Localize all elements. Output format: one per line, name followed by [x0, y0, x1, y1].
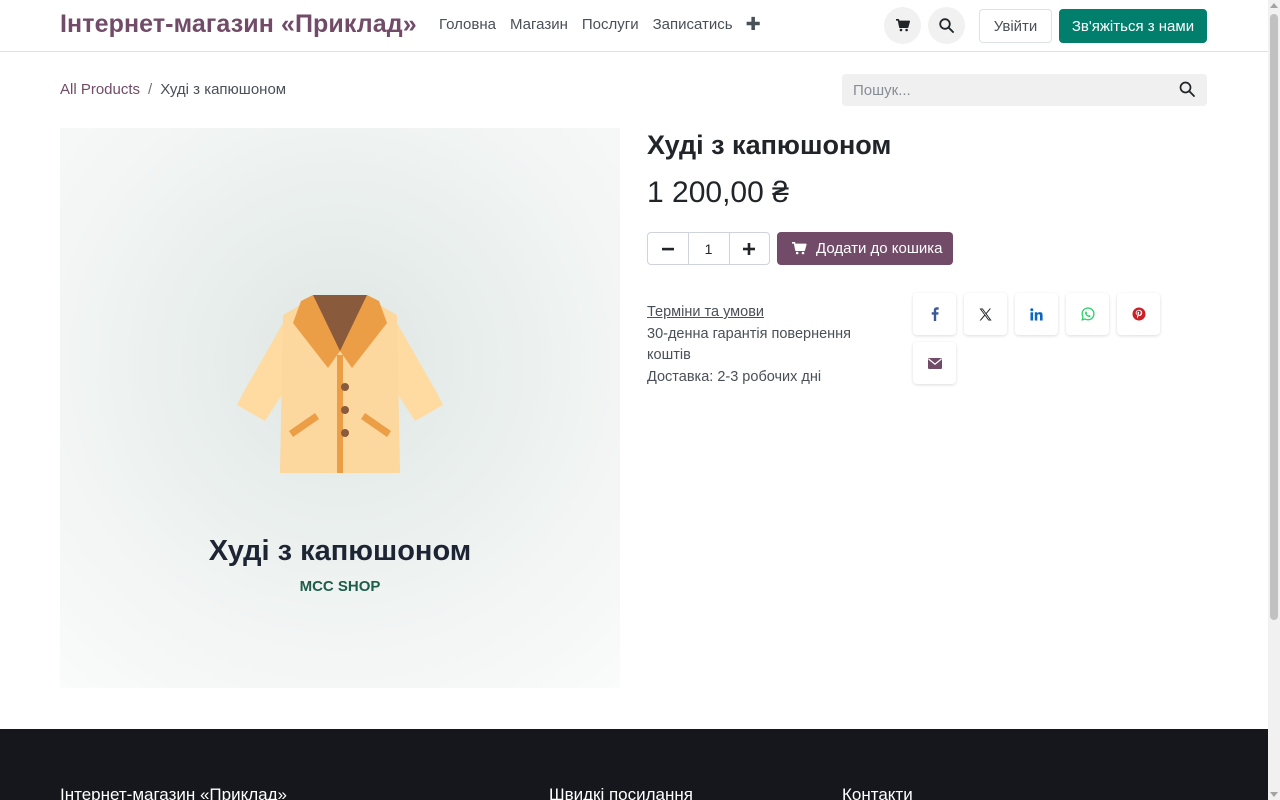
search-submit-button[interactable] — [1179, 81, 1197, 99]
scroll-up-arrow-icon[interactable] — [1270, 3, 1278, 8]
login-button[interactable]: Увійти — [979, 9, 1052, 43]
share-whatsapp-button[interactable] — [1066, 293, 1109, 335]
coat-icon — [237, 295, 443, 473]
nav-item-appointment[interactable]: Записатись — [646, 16, 740, 33]
product-title: Худі з капюшоном — [647, 130, 892, 160]
nav-item-services[interactable]: Послуги — [575, 16, 646, 33]
product-search — [842, 74, 1207, 106]
search-icon — [1179, 81, 1195, 97]
share-facebook-button[interactable] — [913, 293, 956, 335]
email-icon — [927, 357, 942, 369]
linkedin-icon — [1030, 307, 1043, 320]
search-icon — [939, 18, 954, 33]
footer-brand-heading: Інтернет-магазин «Приклад» — [60, 785, 287, 800]
plus-icon — [743, 242, 756, 255]
cart-button[interactable] — [884, 7, 921, 44]
nav-item-shop[interactable]: Магазин — [503, 16, 575, 33]
share-x-button[interactable] — [964, 293, 1007, 335]
guarantee-text: 30-денна гарантія повернення коштів — [647, 325, 852, 364]
delivery-text: Доставка: 2-3 робочих дні — [647, 368, 822, 385]
breadcrumb-all-products[interactable]: All Products — [60, 81, 140, 98]
facebook-icon — [931, 307, 939, 321]
quantity-input[interactable] — [687, 233, 730, 264]
image-shop-name: MCC SHOP — [299, 578, 381, 595]
site-footer: Інтернет-магазин «Приклад» Швидкі посила… — [0, 729, 1268, 800]
footer-contacts-heading: Контакти — [842, 785, 913, 800]
breadcrumb-separator: / — [148, 81, 153, 98]
contact-us-button[interactable]: Зв'яжіться з нами — [1059, 9, 1207, 43]
footer-quick-links-heading: Швидкі посилання — [549, 785, 693, 800]
terms-link[interactable]: Терміни та умови — [647, 302, 887, 324]
main-nav: Головна Магазин Послуги Записатись ✚ — [432, 15, 767, 33]
whatsapp-icon — [1080, 307, 1095, 321]
cart-icon — [895, 19, 910, 32]
share-pinterest-button[interactable] — [1117, 293, 1160, 335]
product-image[interactable]: Худі з капюшоном MCC SHOP — [60, 128, 620, 688]
nav-item-home[interactable]: Головна — [432, 16, 503, 33]
scrollbar-thumb[interactable] — [1270, 14, 1278, 620]
quantity-increase-button[interactable] — [730, 233, 770, 264]
product-info: Терміни та умови 30-денна гарантія повер… — [647, 302, 887, 388]
add-to-cart-button[interactable]: Додати до кошика — [777, 232, 953, 265]
brand-logo[interactable]: Інтернет-магазин «Приклад» — [60, 10, 417, 39]
image-product-title: Худі з капюшоном — [208, 535, 472, 567]
cart-icon — [792, 242, 807, 255]
page-scrollbar[interactable] — [1268, 0, 1280, 800]
product-price: 1 200,00 ₴ — [647, 176, 789, 209]
search-input[interactable] — [842, 74, 1162, 106]
share-linkedin-button[interactable] — [1015, 293, 1058, 335]
scroll-down-arrow-icon[interactable] — [1270, 792, 1278, 797]
breadcrumb-current: Худі з капюшоном — [160, 81, 287, 98]
share-email-button[interactable] — [913, 342, 956, 384]
page: Інтернет-магазин «Приклад» Головна Магаз… — [0, 0, 1268, 800]
quantity-decrease-button[interactable] — [648, 233, 688, 264]
minus-icon — [661, 247, 674, 250]
breadcrumb: All Products / Худі з капюшоном — [60, 81, 286, 98]
site-header: Інтернет-магазин «Приклад» Головна Магаз… — [0, 0, 1268, 52]
header-search-button[interactable] — [928, 7, 965, 44]
add-to-cart-label: Додати до кошика — [816, 240, 943, 257]
x-icon — [979, 308, 992, 320]
quantity-stepper — [647, 232, 770, 265]
plus-icon[interactable]: ✚ — [740, 15, 767, 33]
pinterest-icon — [1132, 307, 1145, 321]
